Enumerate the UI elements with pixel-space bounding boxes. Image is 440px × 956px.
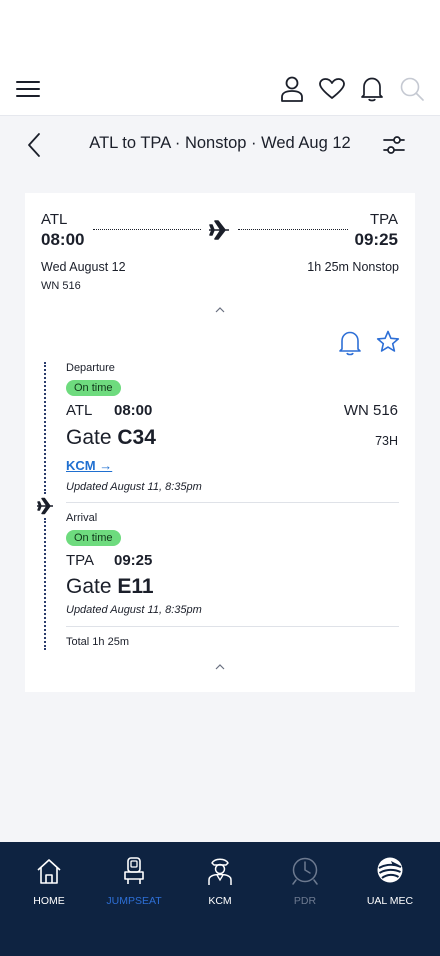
arrival-label: Arrival xyxy=(66,512,98,524)
departure-gate-label: Gate xyxy=(66,426,112,449)
plane-icon xyxy=(209,220,229,240)
route-line-right xyxy=(238,229,348,230)
flight-date: Wed August 12 xyxy=(41,260,126,274)
timeline-line-departure xyxy=(44,362,46,494)
origin-code: ATL xyxy=(41,211,68,228)
total-duration: Total 1h 25m xyxy=(66,636,129,648)
divider xyxy=(66,626,399,627)
filter-icon[interactable] xyxy=(382,133,406,157)
search-icon[interactable] xyxy=(400,77,424,101)
departure-gate: Gate C34 xyxy=(66,426,156,450)
collapse-caret-icon[interactable] xyxy=(214,306,226,314)
pilot-icon xyxy=(208,858,232,885)
arrival-airport: TPA xyxy=(66,552,95,569)
flight-number: WN 516 xyxy=(41,280,81,292)
nav-label-ual-mec: UAL MEC xyxy=(366,895,414,907)
nav-home[interactable]: HOME xyxy=(9,856,89,912)
departure-airport: ATL xyxy=(66,402,93,419)
departure-time: 08:00 xyxy=(114,402,153,419)
collapse-caret-icon[interactable] xyxy=(214,663,226,671)
nav-kcm[interactable]: KCM xyxy=(180,856,260,912)
page-title: ATL to TPA · Nonstop · Wed Aug 12 xyxy=(89,134,351,152)
nav-label-jumpseat: JUMPSEAT xyxy=(106,895,162,907)
notify-bell-icon[interactable] xyxy=(338,330,362,356)
timeline-plane-icon xyxy=(37,497,53,515)
status-area xyxy=(0,0,440,60)
nav-pdr[interactable]: PDR xyxy=(265,856,345,912)
nav-label-kcm: KCM xyxy=(208,895,232,907)
route-line-left xyxy=(93,229,201,230)
home-icon xyxy=(37,859,61,884)
seat-icon xyxy=(124,857,144,884)
timeline-line-arrival xyxy=(44,518,46,650)
clock-icon xyxy=(292,857,318,885)
departure-label: Departure xyxy=(66,362,115,374)
depart-time: 08:00 xyxy=(41,230,85,249)
favorite-star-icon[interactable] xyxy=(376,330,400,354)
arrival-updated: Updated August 11, 8:35pm xyxy=(66,604,202,616)
menu-icon[interactable] xyxy=(16,80,40,98)
back-icon[interactable] xyxy=(26,132,42,158)
departure-status-badge: On time xyxy=(66,380,121,396)
nav-jumpseat[interactable]: JUMPSEAT xyxy=(94,856,174,912)
arrival-status-badge: On time xyxy=(66,530,121,546)
bell-icon[interactable] xyxy=(360,76,384,102)
departure-flight-number: WN 516 xyxy=(343,402,398,419)
arrival-gate-label: Gate xyxy=(66,575,112,598)
departure-gate-value: C34 xyxy=(117,426,156,449)
kcm-link[interactable]: KCM → xyxy=(66,458,112,473)
arrive-time: 09:25 xyxy=(354,230,398,249)
departure-seat: 73H xyxy=(375,434,398,448)
heart-icon[interactable] xyxy=(319,78,345,100)
globe-icon xyxy=(377,857,403,883)
arrival-gate-value: E11 xyxy=(117,575,154,598)
arrival-time: 09:25 xyxy=(114,552,153,569)
departure-updated: Updated August 11, 8:35pm xyxy=(66,481,202,493)
user-icon[interactable] xyxy=(280,76,304,102)
nav-ual-mec[interactable]: UAL MEC xyxy=(350,856,430,912)
nav-label-pdr: PDR xyxy=(293,895,317,907)
destination-code: TPA xyxy=(369,211,398,228)
flight-duration: 1h 25m Nonstop xyxy=(307,260,399,274)
arrival-gate: Gate E11 xyxy=(66,575,154,599)
nav-label-home: HOME xyxy=(33,895,65,907)
divider xyxy=(66,502,399,503)
